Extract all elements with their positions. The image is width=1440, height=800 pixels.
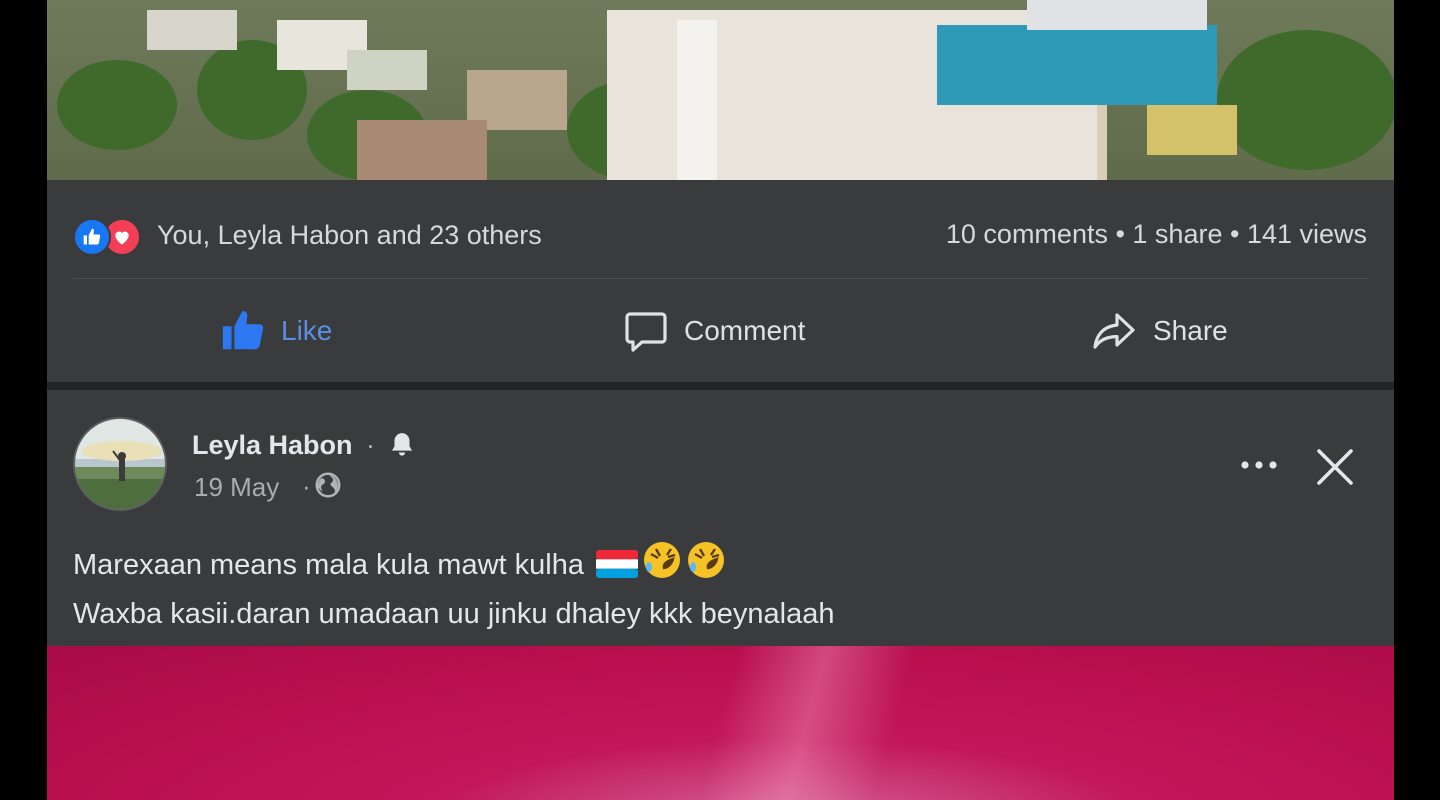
post-action-bar: Like Comment Share (47, 279, 1394, 382)
comment-button[interactable]: Comment (622, 279, 805, 382)
like-label: Like (281, 314, 333, 346)
avatar[interactable] (73, 417, 167, 511)
bell-icon[interactable] (387, 430, 417, 465)
post-text-line-1: Marexaan means mala kula mawt kulha (73, 540, 834, 593)
share-button[interactable]: Share (1089, 279, 1228, 382)
like-button[interactable]: Like (219, 279, 332, 382)
post-text: Marexaan means mala kula mawt kulha Waxb… (73, 540, 834, 636)
media-light-streak (607, 646, 1007, 800)
speech-bubble-icon (625, 311, 667, 352)
more-options-icon[interactable] (1239, 453, 1279, 477)
post-text-line-2: Waxba kasii.daran umadaan uu jinku dhale… (73, 598, 835, 630)
post-stats-bar: You, Leyla Habon and 23 others 10 commen… (47, 180, 1394, 279)
thumbs-up-icon (222, 310, 264, 349)
name-separator: · (366, 430, 375, 460)
post-text-line-1-content: Marexaan means mala kula mawt kulha (73, 549, 584, 581)
author-name[interactable]: Leyla Habon (192, 430, 353, 461)
post-photo-aerial[interactable] (47, 0, 1394, 180)
close-icon[interactable] (1315, 447, 1355, 487)
post-date[interactable]: 19 May (194, 472, 279, 503)
post-media-image[interactable] (47, 646, 1394, 800)
globe-icon (313, 470, 343, 505)
share-arrow-icon (1093, 312, 1135, 349)
reaction-names-link[interactable]: You, Leyla Habon and 23 others (157, 220, 542, 251)
feed-post: Leyla Habon · 19 May · Marexaan means ma… (47, 390, 1394, 800)
news-feed: You, Leyla Habon and 23 others 10 commen… (47, 0, 1394, 800)
rolling-laughing-emoji-icon (642, 540, 682, 593)
share-label: Share (1153, 314, 1228, 346)
rolling-laughing-emoji-icon (686, 540, 726, 593)
comment-label: Comment (684, 314, 806, 346)
engagement-counts[interactable]: 10 comments • 1 share • 141 views (946, 219, 1367, 250)
flag-emoji-icon (596, 548, 639, 593)
post-separator (47, 382, 1394, 390)
date-separator: · (302, 471, 311, 501)
reaction-icons[interactable] (73, 218, 153, 258)
like-icon (73, 218, 111, 256)
